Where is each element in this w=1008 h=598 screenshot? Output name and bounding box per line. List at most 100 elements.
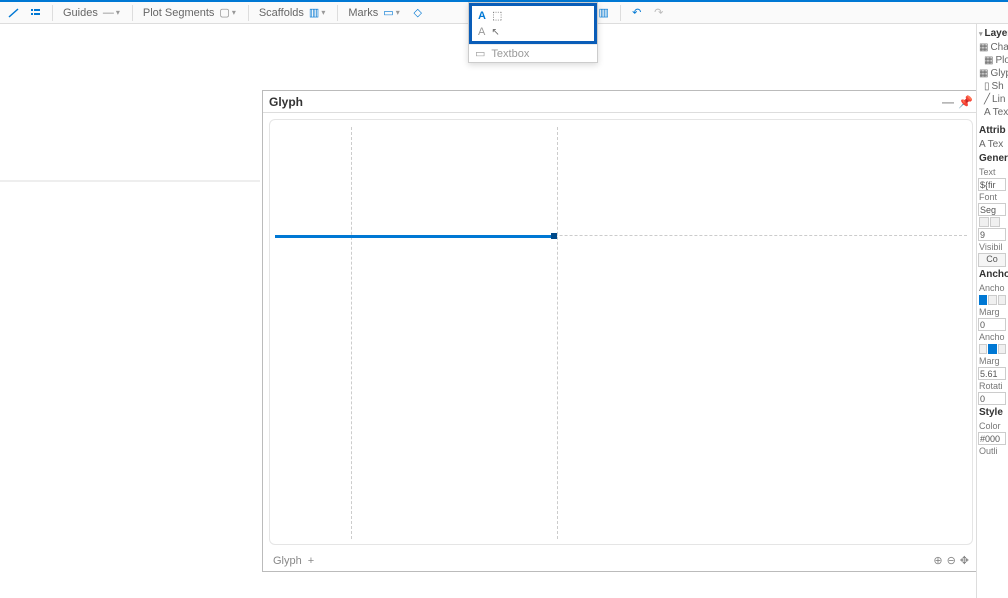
glyph-panel-header: Glyph — 📌 — [263, 91, 979, 113]
layer-line[interactable]: ╱ Lin — [978, 93, 1007, 106]
layer-line-label: Lin — [992, 94, 1005, 105]
marks-group: Marks ▭ ▾ — [344, 6, 405, 19]
layers-title: Layers — [985, 28, 1008, 39]
margin-y-label: Marg — [978, 355, 1007, 367]
visibility-label: Visibil — [978, 241, 1007, 253]
right-panel: ▾Layers ▦ Chart ▦ Plo ▦ Glyph ▯ Sh ╱ Lin… — [976, 24, 1008, 598]
collapse-icon[interactable]: — — [942, 95, 954, 109]
font-size-field[interactable] — [978, 228, 1006, 241]
glyph-footer-label: Glyph — [273, 555, 302, 567]
anchor-middle-icon[interactable] — [988, 344, 996, 354]
layer-text[interactable]: A Tex — [978, 106, 1007, 119]
glyph-canvas[interactable]: Glyph + ⊕ ⊖ ✥ — [263, 113, 979, 571]
cursor-icon: ⬚ — [492, 9, 502, 22]
rotation-label: Rotati — [978, 380, 1007, 392]
letter-a-outline-icon: A — [478, 26, 485, 38]
guides-line-dropdown[interactable]: — ▾ — [101, 7, 122, 19]
attribute-text[interactable]: A Tex — [978, 138, 1007, 151]
font-small-icon[interactable] — [979, 217, 989, 227]
outline-label: Outli — [978, 445, 1007, 457]
color-field[interactable] — [978, 432, 1006, 445]
undo-icon[interactable]: ↶ — [629, 5, 645, 21]
anchor-title: Ancho — [979, 269, 1008, 280]
rotation-field[interactable] — [978, 392, 1006, 405]
anchor-y-label: Ancho — [978, 331, 1007, 343]
scaffolds-group: Scaffolds ▥ ▾ — [255, 6, 331, 19]
guides-label: Guides — [63, 7, 98, 19]
anchor-y-icons — [978, 343, 1007, 355]
scaffolds-label: Scaffolds — [259, 7, 304, 19]
letter-a-icon: A — [478, 10, 486, 22]
attributes-title: Attrib — [979, 125, 1006, 136]
redo-icon[interactable]: ↷ — [651, 5, 667, 21]
zoom-fit-icon[interactable]: ✥ — [960, 554, 969, 567]
guide-vertical-1 — [351, 127, 352, 539]
anchor-center-icon[interactable] — [988, 295, 996, 305]
main-area: Glyph — 📌 Glyph + ⊕ ⊖ ✥ ▾Layer — [0, 24, 1008, 598]
layer-shape[interactable]: ▯ Sh — [978, 80, 1007, 93]
glyph-header-icons: — 📌 — [942, 95, 973, 109]
layer-glyph[interactable]: ▦ Glyph — [978, 67, 1007, 80]
anchor-x-icons — [978, 294, 1007, 306]
text-field-label: Text — [978, 166, 1007, 178]
zoom-in-icon[interactable]: ⊕ — [933, 554, 942, 567]
general-title: Gener — [979, 153, 1008, 164]
layer-chart[interactable]: ▦ Chart — [978, 41, 1007, 54]
visibility-button[interactable]: Co — [978, 253, 1006, 267]
data-bar[interactable] — [275, 235, 555, 238]
layers-header[interactable]: ▾Layers — [978, 26, 1007, 41]
general-header: Gener — [978, 151, 1007, 166]
separator — [52, 5, 53, 21]
textbox-icon: ▭ — [475, 47, 485, 60]
style-header: Style — [978, 405, 1007, 420]
line-tool-icon[interactable] — [6, 5, 22, 21]
scaffolds-dropdown[interactable]: ▥ ▾ — [307, 6, 327, 19]
plot-tool-icon[interactable]: ▥ — [596, 5, 612, 21]
plot-segments-group: Plot Segments ▢ ▾ — [139, 6, 242, 19]
text-option-2[interactable]: A ↖ — [476, 25, 590, 39]
separator — [620, 5, 621, 21]
text-field[interactable] — [978, 178, 1006, 191]
text-option-1[interactable]: A ⬚ — [476, 8, 590, 23]
popup-highlighted-area: A ⬚ A ↖ — [469, 3, 597, 44]
anchor-top-icon[interactable] — [979, 344, 987, 354]
guides-group: Guides — ▾ — [59, 7, 126, 19]
left-divider — [0, 180, 260, 182]
cursor-pointer-icon: ↖ — [491, 27, 499, 38]
color-label: Color — [978, 420, 1007, 432]
font-large-icon[interactable] — [990, 217, 1000, 227]
layer-plot[interactable]: ▦ Plo — [978, 54, 1007, 67]
margin-x-label: Marg — [978, 306, 1007, 318]
margin-y-field[interactable] — [978, 367, 1006, 380]
attribute-text-label: Tex — [988, 139, 1004, 150]
list-tool-icon[interactable] — [28, 5, 44, 21]
font-field[interactable] — [978, 203, 1006, 216]
anchor-bottom-icon[interactable] — [998, 344, 1006, 354]
plot-segments-dropdown[interactable]: ▢ ▾ — [217, 6, 237, 19]
text-marks-popup: A ⬚ A ↖ ▭ Textbox — [468, 2, 598, 63]
separator — [132, 5, 133, 21]
pin-icon[interactable]: 📌 — [958, 95, 973, 109]
style-title: Style — [979, 407, 1003, 418]
layer-text-label: Tex — [993, 107, 1008, 118]
layer-plot-label: Plo — [995, 55, 1008, 66]
glyph-footer: Glyph + — [273, 555, 314, 567]
add-glyph-button[interactable]: + — [308, 555, 314, 567]
zoom-out-icon[interactable]: ⊖ — [947, 554, 956, 567]
textbox-option[interactable]: ▭ Textbox — [469, 44, 597, 62]
attributes-header: Attrib — [978, 123, 1007, 138]
layer-shape-label: Sh — [992, 81, 1004, 92]
anchor-right-icon[interactable] — [998, 295, 1006, 305]
marks-rect-dropdown[interactable]: ▭ ▾ — [381, 6, 401, 19]
glyph-canvas-inner — [269, 119, 973, 545]
symbol-tool-icon[interactable]: ◇ — [410, 5, 426, 21]
anchor-left-icon[interactable] — [979, 295, 987, 305]
glyph-panel: Glyph — 📌 Glyph + ⊕ ⊖ ✥ — [262, 90, 980, 572]
bar-end-handle[interactable] — [551, 233, 557, 239]
plot-segments-label: Plot Segments — [143, 7, 215, 19]
anchor-x-label: Ancho — [978, 282, 1007, 294]
layer-glyph-label: Glyph — [990, 68, 1008, 79]
marks-label: Marks — [348, 7, 378, 19]
margin-x-field[interactable] — [978, 318, 1006, 331]
separator — [337, 5, 338, 21]
